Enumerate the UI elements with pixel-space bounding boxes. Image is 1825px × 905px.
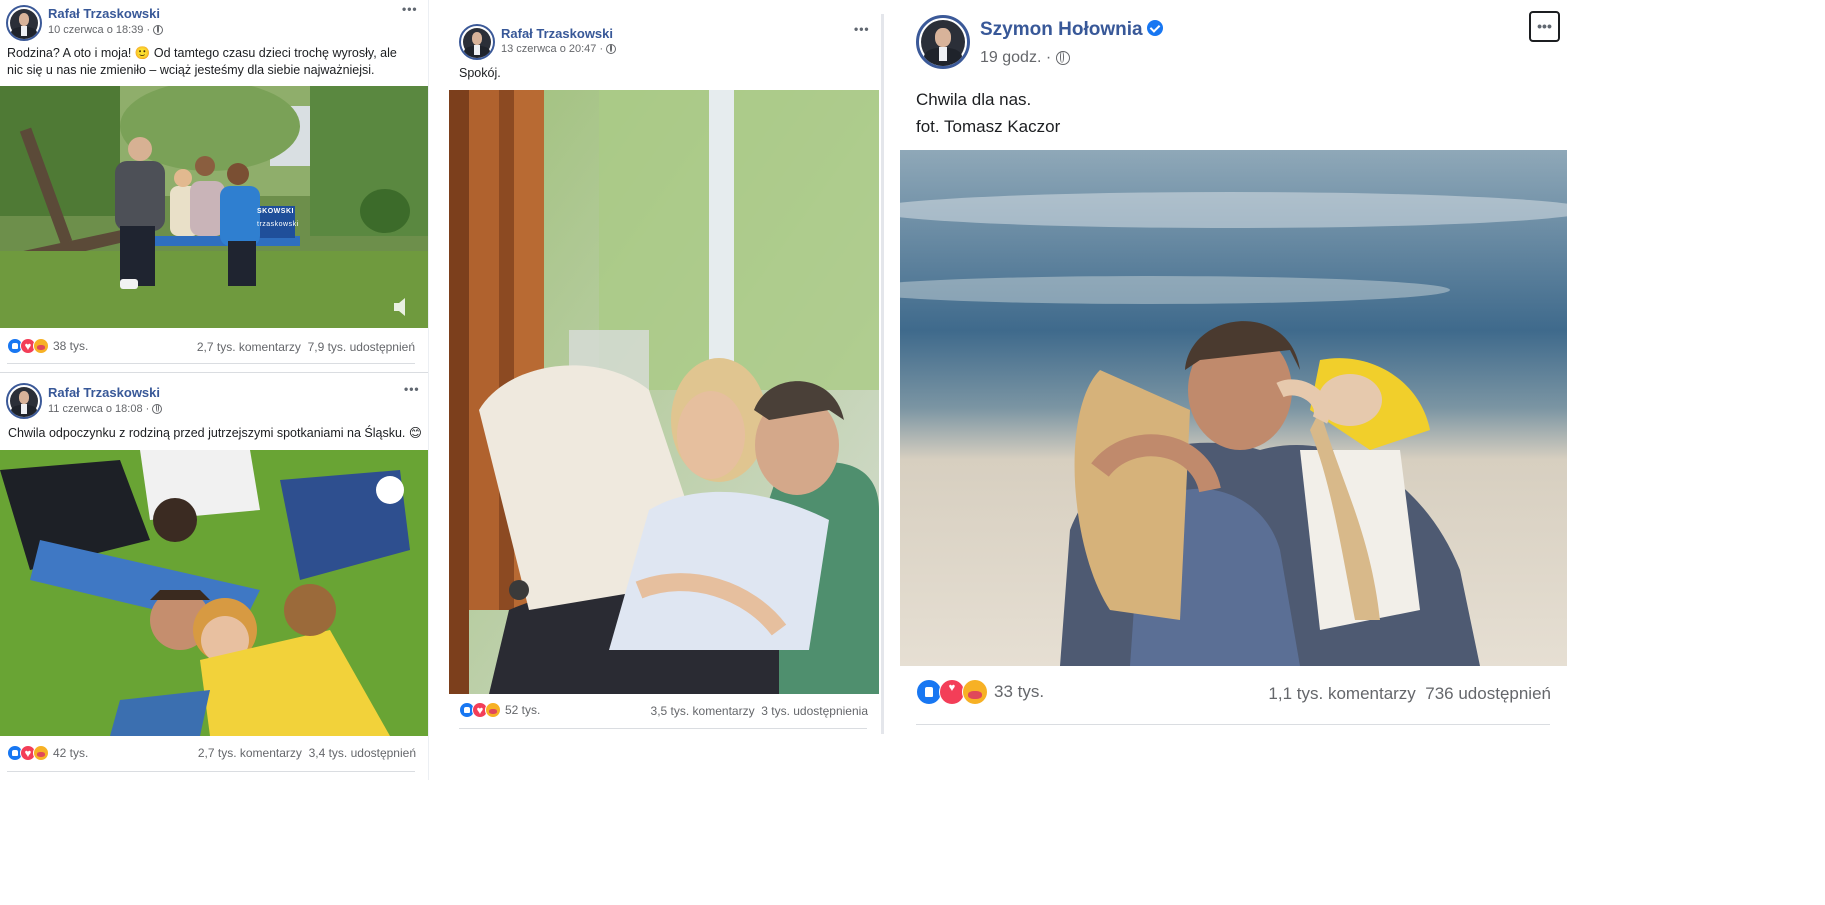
care-reaction-icon — [962, 679, 988, 705]
post-timestamp[interactable]: 19 godz. · — [980, 49, 1070, 67]
post-photo[interactable] — [0, 450, 428, 736]
banner-line-1: SKOWSKI — [257, 208, 294, 215]
post-photo[interactable] — [900, 150, 1567, 666]
post-video[interactable]: SKOWSKI trzaskowski — [0, 86, 428, 328]
author-name-text[interactable]: Szymon Hołownia — [980, 19, 1143, 40]
more-options-icon[interactable]: ••• — [402, 2, 418, 16]
shares-count[interactable]: 3,4 tys. udostępnień — [309, 746, 416, 760]
globe-icon — [1055, 50, 1070, 65]
divider — [459, 728, 867, 729]
timestamp-text[interactable]: 13 czerwca o 20:47 · — [501, 43, 603, 55]
shares-count[interactable]: 7,9 tys. udostępnień — [308, 340, 415, 354]
globe-icon — [152, 404, 163, 415]
column-divider — [428, 0, 429, 780]
author-name[interactable]: Szymon Hołownia — [980, 19, 1163, 41]
post-text: Chwila odpoczynku z rodziną przed jutrze… — [8, 426, 422, 440]
comments-count[interactable]: 2,7 tys. komentarzy — [197, 340, 301, 354]
author-avatar[interactable] — [6, 5, 42, 41]
post-card-3: Rafał Trzaskowski 13 czerwca o 20:47 · •… — [445, 14, 884, 734]
post-stats: 1,1 tys. komentarzy 736 udostępnień — [1268, 684, 1551, 704]
post-timestamp[interactable]: 13 czerwca o 20:47 · — [501, 43, 617, 55]
post-card-1: Rafał Trzaskowski 10 czerwca o 18:39 · •… — [0, 0, 428, 368]
shares-count[interactable]: 736 udostępnień — [1425, 684, 1551, 703]
post-card-4: Szymon Hołownia 19 godz. · ••• Chwila dl… — [900, 0, 1825, 760]
timestamp-text[interactable]: 11 czerwca o 18:08 · — [48, 403, 149, 415]
photo-couple-armchair — [449, 90, 879, 694]
comments-count[interactable]: 1,1 tys. komentarzy — [1268, 684, 1415, 703]
author-name[interactable]: Rafał Trzaskowski — [501, 26, 613, 41]
video-frame-family-bench — [0, 86, 428, 328]
reactions-count: 38 tys. — [53, 339, 89, 353]
post-text: Spokój. — [459, 66, 501, 80]
divider — [7, 771, 415, 772]
post-text: Rodzina? A oto i moja! 🙂 Od tamtego czas… — [7, 46, 397, 77]
post-timestamp[interactable]: 10 czerwca o 18:39 · — [48, 24, 164, 36]
author-name[interactable]: Rafał Trzaskowski — [48, 385, 160, 400]
author-name[interactable]: Rafał Trzaskowski — [48, 6, 160, 21]
photo-father-daughters-beach — [900, 150, 1567, 666]
post-stats: 2,7 tys. komentarzy 3,4 tys. udostępnień — [198, 746, 416, 760]
author-avatar[interactable] — [916, 15, 970, 69]
divider — [916, 724, 1550, 725]
divider — [7, 363, 415, 364]
reactions-count: 33 tys. — [994, 682, 1045, 701]
post-card-2: Rafał Trzaskowski 11 czerwca o 18:08 · •… — [0, 372, 428, 774]
post-text-line-2: fot. Tomasz Kaczor — [916, 117, 1061, 136]
post-stats: 3,5 tys. komentarzy 3 tys. udostępnienia — [651, 704, 868, 718]
globe-icon — [606, 44, 617, 55]
verified-badge-icon — [1146, 19, 1163, 36]
more-options-icon[interactable]: ••• — [404, 382, 420, 396]
banner-line-2: trzaskowski — [257, 221, 299, 228]
more-options-icon[interactable]: ••• — [1529, 11, 1560, 42]
reactions-summary[interactable]: 38 tys. — [7, 338, 88, 354]
comments-count[interactable]: 3,5 tys. komentarzy — [651, 704, 755, 718]
globe-icon — [153, 25, 164, 36]
reactions-summary[interactable]: 52 tys. — [459, 702, 540, 718]
shares-count[interactable]: 3 tys. udostępnienia — [761, 704, 868, 718]
comments-count[interactable]: 2,7 tys. komentarzy — [198, 746, 302, 760]
reactions-summary[interactable]: 42 tys. — [7, 745, 88, 761]
more-options-icon[interactable]: ••• — [854, 22, 870, 36]
post-timestamp[interactable]: 11 czerwca o 18:08 · — [48, 403, 163, 415]
photo-family-lawn — [0, 450, 428, 736]
post-stats: 2,7 tys. komentarzy 7,9 tys. udostępnień — [197, 340, 415, 354]
post-photo[interactable] — [449, 90, 879, 694]
care-reaction-icon — [485, 702, 501, 718]
bench-banner: SKOWSKI trzaskowski — [257, 208, 299, 228]
author-avatar[interactable] — [459, 24, 495, 60]
timestamp-text[interactable]: 10 czerwca o 18:39 · — [48, 24, 150, 36]
reactions-count: 52 tys. — [505, 703, 541, 717]
reactions-summary[interactable]: 33 tys. — [916, 679, 1044, 705]
post-text-line-1: Chwila dla nas. — [916, 90, 1032, 109]
care-reaction-icon — [33, 745, 49, 761]
reactions-count: 42 tys. — [53, 746, 89, 760]
post-text: Chwila dla nas. fot. Tomasz Kaczor — [916, 86, 1060, 140]
author-avatar[interactable] — [6, 383, 42, 419]
timestamp-text[interactable]: 19 godz. · — [980, 49, 1051, 66]
care-reaction-icon — [33, 338, 49, 354]
